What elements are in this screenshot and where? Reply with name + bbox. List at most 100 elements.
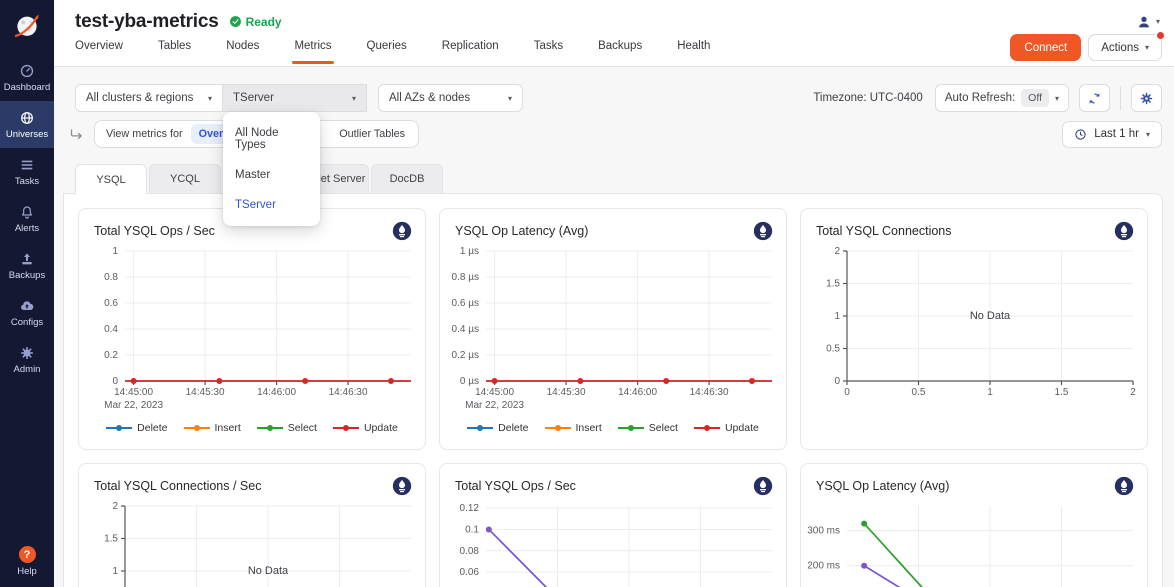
legend-item-insert[interactable]: Insert — [184, 422, 241, 434]
sidebar-item-tasks[interactable]: Tasks — [0, 148, 54, 195]
legend-label: Select — [288, 422, 317, 434]
tab-backups[interactable]: Backups — [598, 34, 642, 66]
legend-swatch — [106, 427, 132, 429]
legend-dot — [628, 425, 634, 431]
cluster-region-select[interactable]: All clusters & regions ▾ — [75, 84, 223, 112]
tab-queries[interactable]: Queries — [367, 34, 407, 66]
sidebar-item-backups[interactable]: Backups — [0, 242, 54, 289]
svg-text:200 ms: 200 ms — [807, 561, 840, 572]
svg-text:1 µs: 1 µs — [460, 246, 479, 257]
legend-swatch — [467, 427, 493, 429]
auto-refresh-select[interactable]: Auto Refresh: Off ▾ — [935, 84, 1069, 112]
prometheus-icon[interactable] — [392, 221, 412, 241]
tab-health[interactable]: Health — [677, 34, 710, 66]
sidebar-item-label: Configs — [11, 317, 43, 328]
node-type-select[interactable]: TServer ▾ — [223, 84, 367, 112]
chart-title: YSQL Op Latency (Avg) — [816, 479, 949, 493]
chart-card-header: Total YSQL Ops / Sec — [440, 464, 786, 500]
tab-tables[interactable]: Tables — [158, 34, 191, 66]
prometheus-icon[interactable] — [753, 476, 773, 496]
svg-text:2: 2 — [834, 246, 840, 257]
legend-item-select[interactable]: Select — [618, 422, 678, 434]
refresh-button[interactable] — [1079, 84, 1110, 112]
charts-grid: Total YSQL Ops / Sec10.80.60.40.2014:45:… — [64, 194, 1162, 587]
svg-text:14:46:00: 14:46:00 — [257, 387, 296, 398]
sidebar-item-configs[interactable]: Configs — [0, 289, 54, 336]
view-metrics-row: View metrics for OverallOutlier NodesOut… — [54, 120, 1174, 148]
node-type-option[interactable]: TServer — [223, 190, 320, 220]
prometheus-icon[interactable] — [1114, 221, 1134, 241]
legend-swatch — [694, 427, 720, 429]
sidebar-item-alerts[interactable]: Alerts — [0, 195, 54, 242]
user-menu[interactable]: ▾ — [1136, 14, 1160, 30]
legend-item-delete[interactable]: Delete — [106, 422, 167, 434]
tab-overview[interactable]: Overview — [75, 34, 123, 66]
node-type-option[interactable]: All Node Types — [223, 118, 320, 160]
sidebar: DashboardUniversesTasksAlertsBackups Conf… — [0, 0, 54, 587]
universe-nav-tabs: Overview Tables Nodes Metrics Queries Replica… — [75, 34, 710, 66]
dashboard-icon — [19, 63, 35, 79]
filter-row: All clusters & regions ▾ TServer ▾ All A… — [54, 84, 1174, 112]
tab-replication[interactable]: Replication — [442, 34, 499, 66]
tab-tasks[interactable]: Tasks — [534, 34, 563, 66]
node-type-dropdown-menu: All Node TypesMasterTServer — [223, 112, 320, 226]
sidebar-item-help[interactable]: ? Help — [0, 546, 54, 577]
refresh-icon — [1087, 91, 1102, 106]
az-node-select[interactable]: All AZs & nodes ▾ — [378, 84, 523, 112]
metric-tab-docdb[interactable]: DocDB — [371, 164, 443, 193]
settings-button[interactable] — [1131, 84, 1162, 112]
divider — [1120, 86, 1121, 110]
legend-swatch — [545, 427, 571, 429]
legend-item-insert[interactable]: Insert — [545, 422, 602, 434]
connect-button[interactable]: Connect — [1010, 34, 1081, 61]
svg-text:1: 1 — [834, 311, 840, 322]
legend-label: Delete — [137, 422, 167, 434]
svg-text:1.5: 1.5 — [104, 534, 118, 545]
chart-card-header: YSQL Op Latency (Avg) — [440, 209, 786, 245]
view-metrics-option[interactable]: Outlier Tables — [331, 124, 413, 144]
tab-metrics[interactable]: Metrics — [294, 34, 331, 66]
notification-dot — [1156, 31, 1165, 40]
prometheus-icon[interactable] — [1114, 476, 1134, 496]
legend-item-update[interactable]: Update — [694, 422, 759, 434]
node-type-option[interactable]: Master — [223, 160, 320, 190]
legend-label: Update — [364, 422, 398, 434]
prometheus-icon[interactable] — [392, 476, 412, 496]
chart-card: YSQL Op Latency (Avg)1 µs0.8 µs0.6 µs0.4… — [439, 208, 787, 450]
nav-tabs-row: Overview Tables Nodes Metrics Queries Replica… — [54, 34, 1174, 66]
clock-icon — [1074, 128, 1087, 141]
tasks-icon — [19, 157, 35, 173]
legend-label: Update — [725, 422, 759, 434]
svg-text:0.6: 0.6 — [104, 298, 118, 309]
alerts-icon — [19, 204, 35, 220]
tab-nodes[interactable]: Nodes — [226, 34, 259, 66]
chart-plot: 21.510.5000.511.52No Data — [801, 245, 1147, 415]
svg-text:14:45:30: 14:45:30 — [547, 387, 586, 398]
svg-text:14:46:00: 14:46:00 — [618, 387, 657, 398]
auto-refresh-value: Off — [1021, 89, 1049, 107]
page-title: test-yba-metrics — [75, 11, 219, 33]
app-logo[interactable] — [0, 0, 54, 54]
chart-legend: Delete Insert Select Update — [79, 415, 425, 441]
help-icon: ? — [19, 546, 36, 563]
svg-text:0.2 µs: 0.2 µs — [452, 350, 479, 361]
legend-item-update[interactable]: Update — [333, 422, 398, 434]
svg-text:0: 0 — [844, 387, 850, 398]
charts-panel: Total YSQL Ops / Sec10.80.60.40.2014:45:… — [63, 193, 1163, 587]
main-area: test-yba-metrics Ready ▾ OverviewTablesN… — [54, 0, 1174, 587]
metric-tab-ycql[interactable]: YCQL — [149, 164, 221, 193]
sidebar-item-universes[interactable]: Universes — [0, 101, 54, 148]
time-range-button[interactable]: Last 1 hr ▾ — [1062, 121, 1162, 148]
chart-card-header: Total YSQL Connections — [801, 209, 1147, 245]
prometheus-icon[interactable] — [753, 221, 773, 241]
sidebar-item-admin[interactable]: Admin — [0, 336, 54, 383]
chart-title: Total YSQL Ops / Sec — [94, 224, 215, 238]
legend-item-select[interactable]: Select — [257, 422, 317, 434]
actions-button[interactable]: Actions ▾ — [1088, 34, 1162, 61]
sidebar-item-dashboard[interactable]: Dashboard — [0, 54, 54, 101]
metric-tab-ysql[interactable]: YSQL — [75, 164, 147, 194]
chevron-down-icon: ▾ — [1055, 94, 1059, 103]
timezone-label: Timezone: UTC-0400 — [813, 92, 923, 104]
legend-item-delete[interactable]: Delete — [467, 422, 528, 434]
check-icon — [229, 15, 242, 28]
